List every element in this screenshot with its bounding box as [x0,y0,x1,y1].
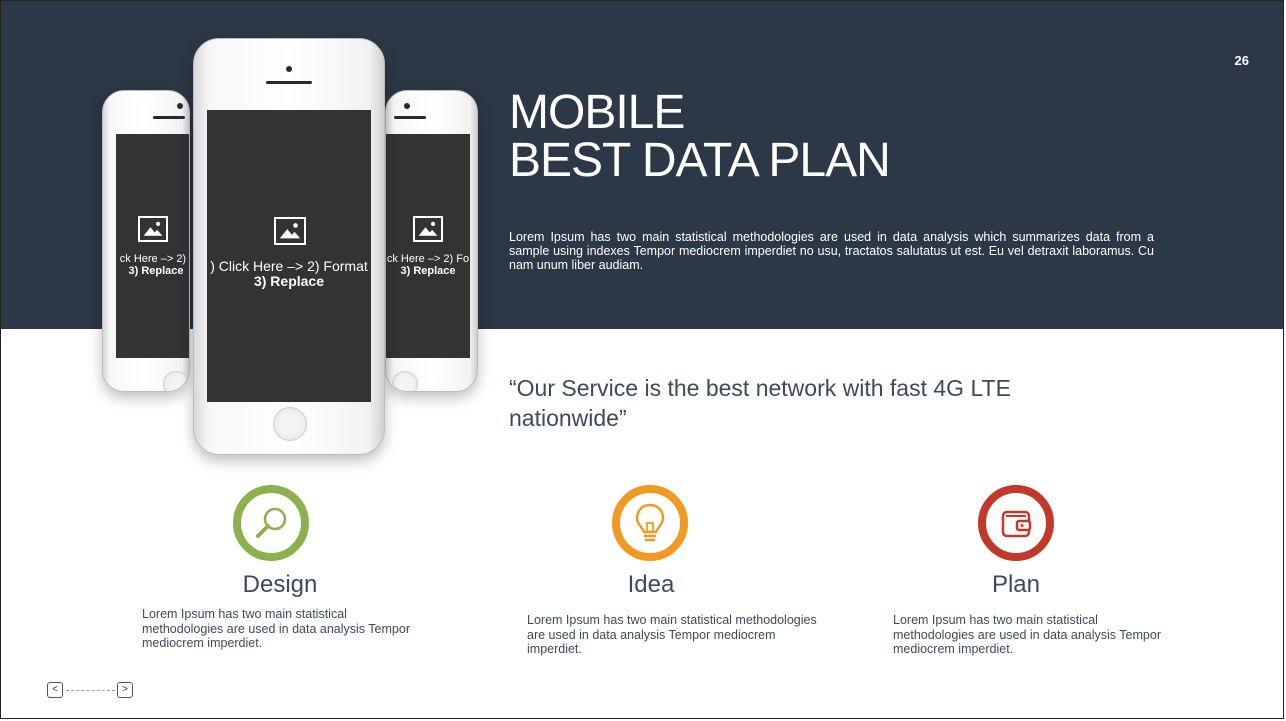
phone-center-text: ) Click Here –> 2) Format [210,258,368,274]
feature-design-text: Lorem Ipsum has two main statistical met… [142,607,410,650]
phone-right: ck Here –> 2) Fo 3) Replace [385,90,478,392]
feature-plan-text: Lorem Ipsum has two main statistical met… [893,613,1161,656]
phone-center: ) Click Here –> 2) Format 3) Replace [193,38,385,455]
image-placeholder-icon [138,216,168,242]
phone-left-text: ck Here –> 2) I [119,253,190,265]
phone-left-replace: 3) Replace [128,265,184,277]
phone-right-screen[interactable]: ck Here –> 2) Fo 3) Replace [386,134,470,358]
lightbulb-icon [612,485,688,561]
image-placeholder-icon [274,217,306,245]
wallet-icon [978,485,1054,561]
image-placeholder-icon [413,216,443,242]
next-slide-button[interactable]: > [117,682,133,698]
phone-center-replace: 3) Replace [253,273,325,289]
feature-plan-title: Plan [991,571,1041,598]
slide-description: Lorem Ipsum has two main statistical met… [509,230,1154,272]
page-number: 26 [1234,53,1249,68]
magnifier-icon [233,485,309,561]
feature-idea-text: Lorem Ipsum has two main statistical met… [527,613,817,656]
phone-left-screen[interactable]: ck Here –> 2) I 3) Replace [116,134,190,358]
feature-idea-title: Idea [627,571,675,598]
phone-center-screen[interactable]: ) Click Here –> 2) Format 3) Replace [207,110,371,402]
slide-title: MOBILE BEST DATA PLAN [509,86,891,187]
phone-right-replace: 3) Replace [400,265,456,277]
title-line-2: BEST DATA PLAN [509,134,891,187]
slide: 26 ck Here –> 2) I 3) Replace ck Here –>… [0,0,1284,719]
feature-design-title: Design [242,571,318,598]
prev-slide-button[interactable]: < [47,682,63,698]
phone-right-text: ck Here –> 2) Fo [386,253,470,265]
quote-text: “Our Service is the best network with fa… [509,375,1011,431]
nav-divider [66,690,115,691]
title-line-1: MOBILE [509,86,685,139]
phone-left: ck Here –> 2) I 3) Replace [102,90,190,392]
